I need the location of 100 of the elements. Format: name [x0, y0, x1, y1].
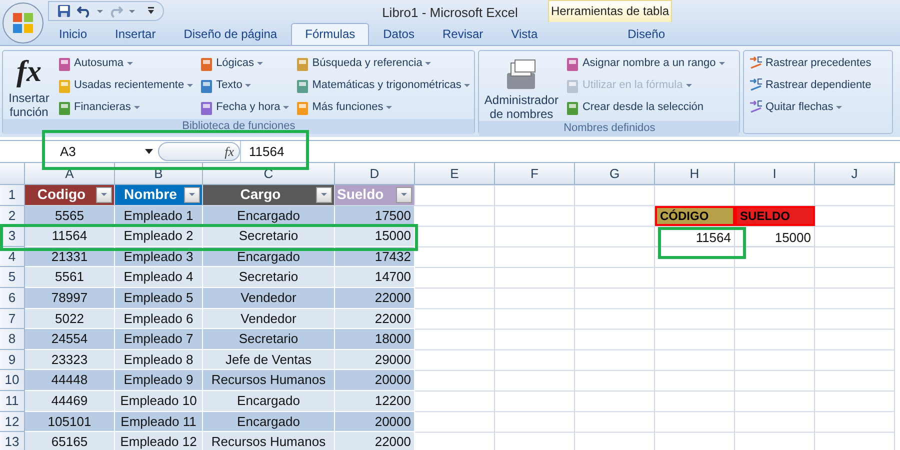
caret-icon: [245, 84, 252, 87]
caret-icon: [836, 106, 842, 109]
row-header[interactable]: 5: [0, 267, 25, 288]
ribbon-tab[interactable]: Insertar: [101, 23, 170, 45]
ribbon-command[interactable]: Usadas recientemente: [56, 75, 194, 96]
office-logo-icon[interactable]: [2, 2, 44, 44]
row-header[interactable]: 1: [0, 185, 25, 206]
ribbon-command[interactable]: Rastrear dependiente: [747, 75, 872, 96]
ribbon-tab[interactable]: Datos: [369, 23, 428, 45]
table-cell: 22000: [335, 288, 415, 309]
table-cell: Secretario: [203, 267, 335, 288]
table-cell: 15000: [335, 226, 415, 247]
table-cell: 11564: [25, 226, 115, 247]
table-cell: Secretario: [203, 329, 335, 350]
table-cell: 44469: [25, 390, 115, 412]
row-header[interactable]: 6: [0, 288, 25, 309]
ribbon-tab[interactable]: Diseño de página: [170, 23, 292, 45]
formula-input[interactable]: 11564: [240, 141, 900, 162]
table-cell: 22000: [335, 432, 415, 450]
table-cell: Empleado 8: [115, 350, 203, 370]
caret-icon: [187, 84, 194, 87]
ribbon-tab[interactable]: Vista: [497, 23, 552, 45]
ribbon-command[interactable]: Búsqueda y referencia: [294, 53, 472, 74]
table-cell: 23323: [25, 350, 115, 370]
customize-icon[interactable]: [147, 6, 155, 16]
ribbon-tab[interactable]: Revisar: [428, 23, 498, 45]
row-header[interactable]: 10: [0, 370, 25, 391]
table-cell: Empleado 2: [115, 226, 203, 247]
filter-button[interactable]: [96, 186, 112, 203]
window-title: Libro1 - Microsoft Excel: [382, 4, 518, 22]
table-cell: 18000: [335, 329, 415, 350]
caret-icon: [718, 62, 725, 65]
column-header[interactable]: H: [655, 163, 735, 185]
ribbon-command[interactable]: Crear desde la selección: [564, 97, 726, 118]
filter-button[interactable]: [184, 186, 200, 203]
caret-icon: [126, 62, 133, 65]
name-manager-button[interactable]: Administrador de nombres: [482, 53, 560, 121]
row-header[interactable]: 9: [0, 350, 25, 370]
table-cell: Encargado: [203, 390, 335, 412]
table-cell: Empleado 11: [115, 412, 203, 432]
ribbon-command[interactable]: Fecha y hora: [198, 97, 290, 118]
row-header[interactable]: 8: [0, 329, 25, 350]
name-box[interactable]: A3: [48, 141, 158, 162]
dropdown-icon[interactable]: [145, 149, 153, 154]
column-header[interactable]: J: [815, 163, 895, 185]
caret-icon: [283, 106, 290, 109]
ribbon-tab[interactable]: Inicio: [45, 23, 102, 45]
ribbon-tab[interactable]: Fórmulas: [291, 23, 370, 45]
ribbon-command[interactable]: Más funciones: [294, 97, 472, 118]
ribbon-command[interactable]: Lógicas: [198, 53, 290, 74]
ribbon-command[interactable]: Texto: [198, 75, 290, 96]
table-header: Codigo: [25, 185, 115, 206]
column-header[interactable]: I: [735, 163, 815, 185]
insert-function-button[interactable]: fx: [224, 142, 234, 162]
book-icon: [57, 78, 71, 94]
row-header[interactable]: 11: [0, 390, 25, 412]
table-cell: 14700: [335, 267, 415, 288]
caret-icon: [386, 106, 392, 109]
insert-function-button[interactable]: fx Insertar función: [6, 53, 52, 119]
book-icon: [295, 100, 310, 116]
book-icon: [565, 78, 580, 94]
caret-icon: [134, 106, 140, 109]
table-cell: Empleado 4: [115, 267, 203, 288]
table-cell: 78997: [25, 288, 115, 309]
ribbon-command[interactable]: Quitar flechas: [747, 97, 872, 118]
row-header[interactable]: 7: [0, 308, 25, 330]
column-header[interactable]: G: [575, 163, 655, 185]
save-icon[interactable]: [57, 4, 71, 18]
lookup-header: CÓDIGO: [655, 206, 735, 226]
book-icon: [57, 100, 71, 116]
table-cell: Empleado 6: [115, 308, 203, 330]
filter-button[interactable]: [396, 186, 412, 203]
book-icon: [199, 78, 214, 94]
row-header[interactable]: 13: [0, 432, 25, 450]
ribbon-command[interactable]: Asignar nombre a un rango: [564, 53, 726, 74]
table-header: Cargo: [203, 185, 335, 206]
row-header[interactable]: 12: [0, 412, 25, 432]
table-cell: 44448: [25, 370, 115, 391]
table-cell: Vendedor: [203, 288, 335, 309]
ribbon-command[interactable]: Matemáticas y trigonométricas: [294, 75, 472, 96]
ribbon-command[interactable]: Rastrear precedentes: [747, 53, 872, 74]
table-header: Sueldo: [335, 185, 415, 206]
column-header[interactable]: F: [495, 163, 575, 185]
ribbon-command[interactable]: Autosuma: [56, 53, 194, 74]
arrows-icon: [748, 100, 762, 116]
filter-button[interactable]: [316, 186, 332, 203]
column-header[interactable]: D: [335, 163, 415, 185]
caret-icon: [97, 10, 103, 12]
undo-icon[interactable]: [77, 4, 91, 18]
arrows-icon: [748, 78, 762, 94]
table-cell: Encargado: [203, 412, 335, 432]
ribbon-tab[interactable]: Diseño: [614, 23, 679, 45]
table-cell: 65165: [25, 432, 115, 450]
table-cell: 105101: [25, 412, 115, 432]
book-icon: [565, 56, 580, 72]
ribbon-command[interactable]: Financieras: [56, 97, 194, 118]
caret-icon: [256, 62, 263, 65]
table-cell: Secretario: [203, 226, 335, 247]
column-header[interactable]: E: [415, 163, 495, 185]
table-cell: Empleado 12: [115, 432, 203, 450]
